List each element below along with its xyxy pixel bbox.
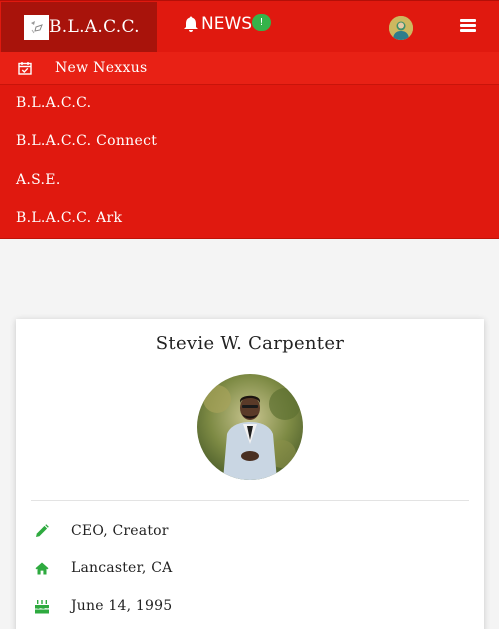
birthday-text: June 14, 1995	[71, 598, 173, 614]
menu-item-label: B.L.A.C.C.	[16, 95, 92, 111]
menu-item-label: B.L.A.C.C. Connect	[16, 133, 158, 149]
brand-logo-icon	[24, 14, 49, 40]
menu-item-label: A.S.E.	[16, 172, 61, 188]
profile-photo	[197, 374, 303, 480]
menu-item-ase[interactable]: A.S.E.	[0, 161, 499, 199]
profile-name: Stevie W. Carpenter	[155, 333, 345, 354]
top-navbar: B.L.A.C.C. NEWS !	[0, 0, 499, 52]
location-text: Lancaster, CA	[71, 560, 173, 576]
menu-item-new-nexxus[interactable]: New Nexxus	[0, 52, 499, 85]
birthday-row: June 14, 1995	[34, 594, 464, 618]
news-notification-badge: !	[252, 14, 271, 31]
news-label: NEWS	[201, 14, 253, 34]
menu-item-label: B.L.A.C.C. Ark	[16, 210, 123, 226]
home-icon	[34, 560, 50, 576]
calendar-check-icon	[18, 62, 32, 75]
nav-dropdown-menu: New Nexxus B.L.A.C.C. B.L.A.C.C. Connect…	[0, 52, 499, 239]
pencil-icon	[34, 523, 50, 539]
menu-item-label: New Nexxus	[55, 60, 148, 76]
location-row: Lancaster, CA	[34, 556, 464, 580]
menu-item-blacc-ark[interactable]: B.L.A.C.C. Ark	[0, 199, 499, 237]
user-avatar-icon[interactable]	[389, 16, 413, 40]
hamburger-menu-icon[interactable]	[460, 19, 476, 33]
occupation-row: CEO, Creator	[34, 519, 464, 543]
menu-item-blacc[interactable]: B.L.A.C.C.	[0, 84, 499, 122]
brand-link[interactable]: B.L.A.C.C.	[1, 2, 157, 52]
birthday-cake-icon	[34, 598, 50, 614]
profile-card: Stevie W. Carpenter CEO, Creator Lancast…	[16, 319, 484, 629]
brand-name: B.L.A.C.C.	[49, 17, 140, 37]
card-divider	[31, 500, 469, 501]
occupation-text: CEO, Creator	[71, 523, 169, 539]
news-link[interactable]: NEWS	[182, 14, 252, 34]
menu-item-blacc-connect[interactable]: B.L.A.C.C. Connect	[0, 122, 499, 160]
bell-icon	[184, 16, 198, 32]
